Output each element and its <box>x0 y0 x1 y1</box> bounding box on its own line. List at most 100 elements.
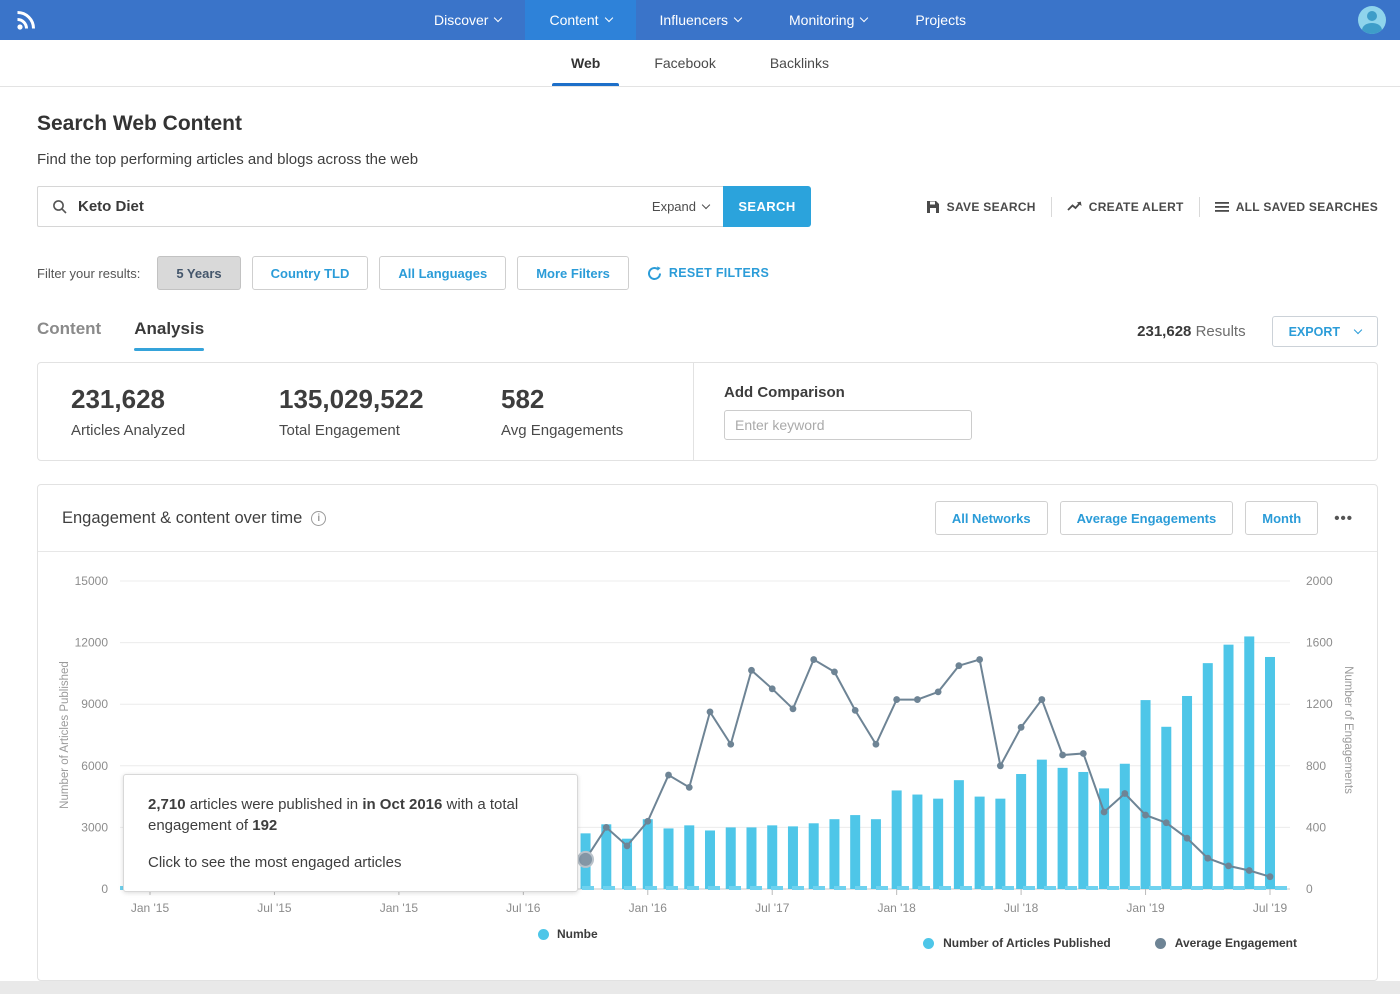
chart-tooltip[interactable]: 2,710 articles were published in in Oct … <box>123 774 578 892</box>
articles-bar[interactable] <box>1037 760 1047 889</box>
engagement-point[interactable] <box>707 709 714 716</box>
average-engagements-button[interactable]: Average Engagements <box>1060 501 1234 535</box>
info-icon[interactable]: i <box>311 511 326 526</box>
x-axis-label: Jan '18 <box>878 901 917 915</box>
articles-bar[interactable] <box>664 828 674 889</box>
filter-chip-date-range[interactable]: 5 Years <box>157 256 240 290</box>
articles-bar[interactable] <box>995 799 1005 889</box>
articles-bar[interactable] <box>1161 727 1171 889</box>
articles-bar[interactable] <box>788 826 798 889</box>
nav-item-content[interactable]: Content <box>525 0 635 40</box>
engagement-point[interactable] <box>935 688 942 695</box>
engagement-point[interactable] <box>831 668 838 675</box>
more-options-icon[interactable]: ••• <box>1334 510 1353 527</box>
articles-bar[interactable] <box>912 795 922 889</box>
engagement-point[interactable] <box>1142 812 1149 819</box>
y-axis-tick-left: 3000 <box>81 820 108 834</box>
engagement-point[interactable] <box>624 842 631 849</box>
search-button[interactable]: SEARCH <box>723 186 811 227</box>
filter-chip-more-filters[interactable]: More Filters <box>517 256 629 290</box>
nav-item-discover[interactable]: Discover <box>410 0 525 40</box>
articles-bar[interactable] <box>954 780 964 889</box>
save-search-label: SAVE SEARCH <box>947 200 1036 214</box>
all-saved-searches-button[interactable]: ALL SAVED SEARCHES <box>1215 200 1378 214</box>
articles-bar[interactable] <box>1265 657 1275 889</box>
engagement-point[interactable] <box>1184 835 1191 842</box>
engagement-point[interactable] <box>1204 855 1211 862</box>
page-title: Search Web Content <box>37 112 1378 136</box>
articles-bar[interactable] <box>871 819 881 889</box>
engagement-point[interactable] <box>976 656 983 663</box>
x-axis-label: Jul '17 <box>755 901 790 915</box>
save-search-button[interactable]: SAVE SEARCH <box>926 200 1036 214</box>
articles-bar[interactable] <box>726 827 736 889</box>
articles-bar[interactable] <box>1244 636 1254 889</box>
tab-facebook[interactable]: Facebook <box>627 40 742 86</box>
filter-chip-country-tld[interactable]: Country TLD <box>252 256 369 290</box>
nav-item-influencers[interactable]: Influencers <box>636 0 765 40</box>
tab-analysis[interactable]: Analysis <box>134 319 204 351</box>
tab-content-results[interactable]: Content <box>37 319 101 351</box>
engagement-point[interactable] <box>1267 873 1274 880</box>
engagement-point[interactable] <box>955 662 962 669</box>
engagement-point[interactable] <box>852 707 859 714</box>
articles-bar[interactable] <box>1058 768 1068 889</box>
nav-item-monitoring[interactable]: Monitoring <box>765 0 891 40</box>
articles-bar[interactable] <box>767 825 777 889</box>
engagement-point[interactable] <box>1246 867 1253 874</box>
engagement-point[interactable] <box>1101 809 1108 816</box>
engagement-point[interactable] <box>1225 863 1232 870</box>
user-avatar[interactable] <box>1358 6 1386 34</box>
articles-bar[interactable] <box>684 825 694 889</box>
articles-bar[interactable] <box>829 819 839 889</box>
tab-web[interactable]: Web <box>544 40 627 86</box>
engagement-point[interactable] <box>644 818 651 825</box>
engagement-point[interactable] <box>686 784 693 791</box>
brand-logo-icon[interactable] <box>12 6 40 34</box>
engagement-point[interactable] <box>914 696 921 703</box>
engagement-point[interactable] <box>997 762 1004 769</box>
tab-backlinks[interactable]: Backlinks <box>743 40 856 86</box>
engagement-point[interactable] <box>873 741 880 748</box>
articles-bar[interactable] <box>809 823 819 889</box>
articles-bar[interactable] <box>746 827 756 889</box>
all-networks-button[interactable]: All Networks <box>935 501 1048 535</box>
reset-filters-button[interactable]: RESET FILTERS <box>647 266 769 281</box>
engagement-point[interactable] <box>727 741 734 748</box>
chevron-down-icon <box>1354 325 1362 333</box>
articles-bar[interactable] <box>850 815 860 889</box>
engagement-point[interactable] <box>1059 752 1066 759</box>
engagement-point[interactable] <box>1080 750 1087 757</box>
articles-bar[interactable] <box>975 797 985 889</box>
engagement-point[interactable] <box>1163 819 1170 826</box>
highlighted-point[interactable] <box>578 852 593 867</box>
month-button[interactable]: Month <box>1245 501 1318 535</box>
articles-bar[interactable] <box>1120 764 1130 889</box>
engagement-point[interactable] <box>893 696 900 703</box>
nav-item-projects[interactable]: Projects <box>891 0 990 40</box>
export-button[interactable]: EXPORT <box>1272 316 1378 347</box>
articles-bar[interactable] <box>1141 700 1151 889</box>
articles-bar[interactable] <box>933 799 943 889</box>
engagement-point[interactable] <box>748 667 755 674</box>
articles-bar[interactable] <box>1224 645 1234 889</box>
engagement-point[interactable] <box>603 824 610 831</box>
search-input[interactable] <box>78 198 652 215</box>
filter-chip-languages[interactable]: All Languages <box>379 256 506 290</box>
comparison-keyword-input[interactable] <box>724 410 972 440</box>
engagement-point[interactable] <box>1121 790 1128 797</box>
articles-bar[interactable] <box>1016 774 1026 889</box>
engagement-point[interactable] <box>769 685 776 692</box>
engagement-point[interactable] <box>1018 724 1025 731</box>
articles-bar[interactable] <box>892 790 902 889</box>
engagement-point[interactable] <box>1038 696 1045 703</box>
engagement-point[interactable] <box>665 772 672 779</box>
articles-bar[interactable] <box>1182 696 1192 889</box>
engagement-point[interactable] <box>810 656 817 663</box>
expand-toggle[interactable]: Expand <box>652 199 709 214</box>
articles-bar[interactable] <box>1078 772 1088 889</box>
create-alert-button[interactable]: CREATE ALERT <box>1067 200 1184 214</box>
articles-bar[interactable] <box>705 830 715 889</box>
engagement-point[interactable] <box>790 705 797 712</box>
articles-bar[interactable] <box>643 819 653 889</box>
